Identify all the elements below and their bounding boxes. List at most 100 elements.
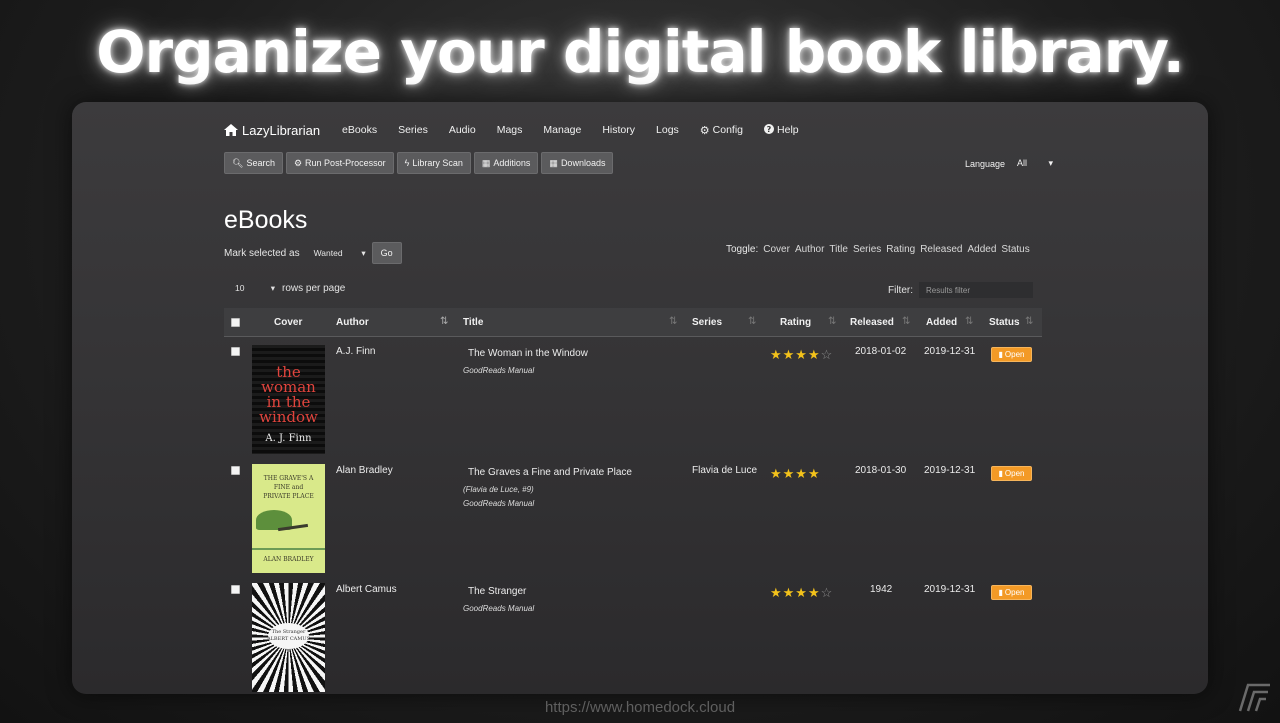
book-icon: ▮ xyxy=(998,469,1003,478)
button-label: Additions xyxy=(493,158,531,168)
open-button[interactable]: ▮ Open xyxy=(991,585,1032,600)
open-button[interactable]: ▮ Open xyxy=(991,347,1032,362)
books-table: Cover Author ⇅ Title ⇅ Series ⇅ Rating ⇅… xyxy=(224,308,1042,694)
cover-author: A. J. Finn xyxy=(265,433,312,444)
sort-alpha-icon[interactable]: ⇅ xyxy=(440,316,448,327)
title-link[interactable]: The Stranger xyxy=(468,586,526,597)
released-date: 2018-01-02 xyxy=(855,346,907,357)
book-icon: ▮ xyxy=(998,588,1003,597)
nav-label: History xyxy=(602,124,636,136)
sort-icon[interactable]: ⇅ xyxy=(748,316,756,327)
toggle-cover[interactable]: Cover xyxy=(763,244,790,255)
nav-item-config[interactable]: ⚙ Config xyxy=(700,124,743,137)
toggle-rating[interactable]: Rating xyxy=(886,244,915,255)
svg-text:?: ? xyxy=(767,125,772,134)
col-cover[interactable]: Cover xyxy=(274,317,302,328)
nav-label: Audio xyxy=(448,124,476,136)
brand-link[interactable]: LazyLibrarian xyxy=(224,123,320,138)
additions-button[interactable]: ▦ Additions xyxy=(473,152,539,174)
sort-icon[interactable]: ⇅ xyxy=(902,316,910,327)
sort-icon[interactable]: ⇅ xyxy=(1025,316,1033,327)
nav-item-mags[interactable]: Mags xyxy=(497,124,523,136)
calendar-icon: ▦ xyxy=(549,157,558,168)
author-link[interactable]: Alan Bradley xyxy=(336,465,393,476)
added-date: 2019-12-31 xyxy=(924,465,976,476)
book-cover[interactable]: THE GRAVE'S A FINE and PRIVATE PLACE ALA… xyxy=(252,464,325,573)
language-select[interactable]: All ▾ xyxy=(1017,158,1053,169)
rating-stars: ★★★★☆ xyxy=(770,585,833,601)
sort-icon[interactable]: ⇅ xyxy=(828,316,836,327)
col-added[interactable]: Added xyxy=(926,317,957,328)
nav-item-history[interactable]: History xyxy=(602,124,635,136)
nav-item-help[interactable]: ? Help xyxy=(764,123,799,137)
button-label: Library Scan xyxy=(412,158,463,168)
col-title[interactable]: Title xyxy=(463,317,483,328)
library-scan-button[interactable]: ϟ Library Scan xyxy=(396,152,471,174)
mark-status-value: Wanted xyxy=(313,247,343,258)
run-post-processor-button[interactable]: ⚙ Run Post-Processor xyxy=(285,152,394,174)
book-cover[interactable]: the woman in the window A. J. Finn xyxy=(252,345,325,454)
toggle-status[interactable]: Status xyxy=(1001,244,1029,255)
mark-status-select[interactable]: Wanted ▾ xyxy=(314,248,366,259)
nav-item-audio[interactable]: Audio xyxy=(449,124,476,136)
downloads-button[interactable]: ▦ Downloads xyxy=(541,152,614,174)
mark-label: Mark selected as xyxy=(224,247,300,259)
nav-label: Series xyxy=(398,124,428,136)
author-link[interactable]: A.J. Finn xyxy=(336,346,375,357)
series-link[interactable]: Flavia de Luce xyxy=(692,465,757,476)
toggle-added[interactable]: Added xyxy=(967,244,996,255)
col-author[interactable]: Author xyxy=(336,317,369,328)
sort-icon[interactable]: ⇅ xyxy=(965,316,973,327)
nav-item-ebooks[interactable]: eBooks xyxy=(342,124,377,136)
select-all-checkbox[interactable] xyxy=(231,318,240,327)
navbar: LazyLibrarian eBooks Series Audio Mags M… xyxy=(224,120,820,140)
caret-down-icon: ▾ xyxy=(361,247,366,258)
button-label: Search xyxy=(246,158,275,168)
nav-item-logs[interactable]: Logs xyxy=(656,124,679,136)
row-checkbox[interactable] xyxy=(231,347,240,356)
cover-text: PRIVATE PLACE xyxy=(263,493,314,500)
gear-icon: ⚙ xyxy=(699,124,710,137)
title-link[interactable]: The Graves a Fine and Private Place xyxy=(468,467,632,478)
book-cover[interactable]: The Stranger ALBERT CAMUS xyxy=(252,583,325,692)
column-toggle: Toggle: Cover Author Title Series Rating… xyxy=(726,244,1035,255)
filter-label: Filter: xyxy=(888,284,913,296)
table-row: THE GRAVE'S A FINE and PRIVATE PLACE ALA… xyxy=(224,456,1042,575)
toggle-author[interactable]: Author xyxy=(795,244,824,255)
open-button[interactable]: ▮ Open xyxy=(991,466,1032,481)
nav-label: Help xyxy=(777,124,799,136)
col-status[interactable]: Status xyxy=(989,317,1020,328)
title-link[interactable]: The Woman in the Window xyxy=(468,348,588,359)
language-label: Language xyxy=(965,158,1006,169)
filter-input[interactable]: Results filter xyxy=(919,282,1033,298)
home-icon xyxy=(224,124,238,136)
rows-per-page-select[interactable]: 10 ▾ xyxy=(235,283,275,294)
button-label: Downloads xyxy=(560,158,606,168)
author-link[interactable]: Albert Camus xyxy=(336,584,397,595)
nav-item-manage[interactable]: Manage xyxy=(543,124,581,136)
book-source: GoodReads Manual xyxy=(463,604,535,613)
star-icon: ★★★★ xyxy=(770,466,821,481)
rating-stars: ★★★★ xyxy=(770,466,821,482)
nav-item-series[interactable]: Series xyxy=(398,124,428,136)
cover-text: FINE and xyxy=(273,484,304,491)
go-button[interactable]: Go xyxy=(371,242,402,264)
caret-down-icon: ▾ xyxy=(1048,158,1054,168)
footer-url: https://www.homedock.cloud xyxy=(544,699,736,716)
released-date: 1942 xyxy=(870,584,893,595)
table-header: Cover Author ⇅ Title ⇅ Series ⇅ Rating ⇅… xyxy=(224,308,1042,337)
status-label: Open xyxy=(1004,350,1025,359)
row-checkbox[interactable] xyxy=(231,585,240,594)
col-released[interactable]: Released xyxy=(850,317,894,328)
table-row: the woman in the window A. J. Finn A.J. … xyxy=(224,337,1042,456)
sort-icon[interactable]: ⇅ xyxy=(669,316,677,327)
toggle-released[interactable]: Released xyxy=(920,244,962,255)
toggle-series[interactable]: Series xyxy=(853,244,881,255)
col-series[interactable]: Series xyxy=(692,317,722,328)
search-button[interactable]: 🔍︎ Search xyxy=(224,152,283,174)
question-circle-icon: ? xyxy=(764,123,775,137)
toggle-title[interactable]: Title xyxy=(829,244,848,255)
row-checkbox[interactable] xyxy=(231,466,240,475)
col-rating[interactable]: Rating xyxy=(780,317,811,328)
homedock-logo xyxy=(1238,683,1272,718)
